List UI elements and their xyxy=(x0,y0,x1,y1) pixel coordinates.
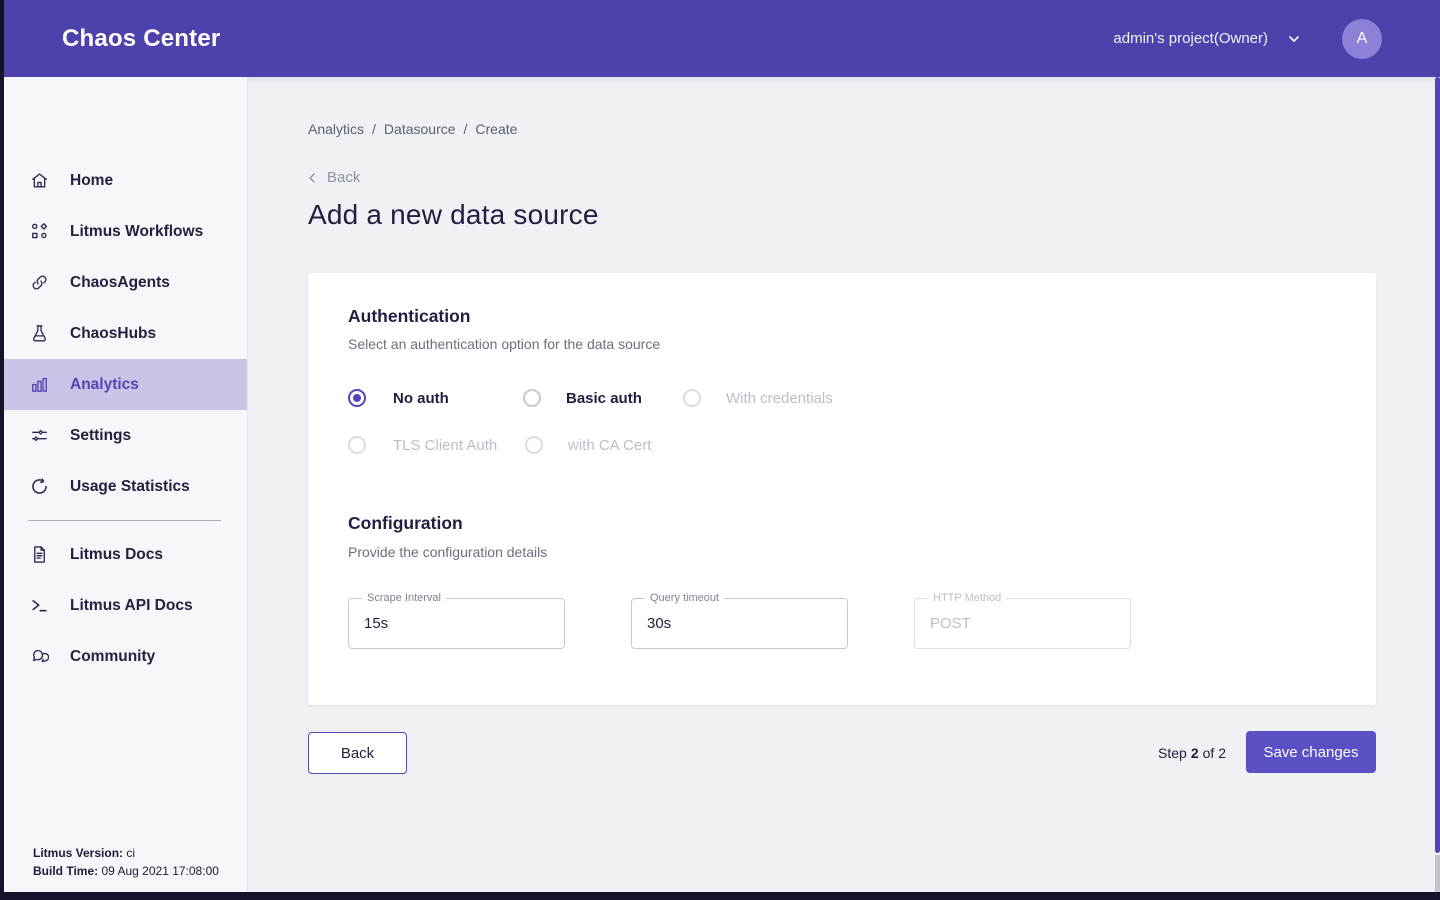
header-right: admin's project(Owner) A xyxy=(1113,19,1382,59)
breadcrumb-analytics[interactable]: Analytics xyxy=(308,121,364,137)
version-label: Litmus Version: xyxy=(33,846,123,860)
auth-options-row-2: TLS Client Auth with CA Cert xyxy=(348,436,1248,458)
chevron-down-icon[interactable] xyxy=(1286,31,1302,47)
sidebar-item-litmus-workflows[interactable]: Litmus Workflows xyxy=(0,206,247,257)
radio-basic-auth[interactable] xyxy=(523,389,541,407)
app-header: Chaos Center admin's project(Owner) A xyxy=(0,0,1440,77)
sidebar-item-litmus-api-docs[interactable]: Litmus API Docs xyxy=(0,580,247,631)
main-content: Analytics / Datasource / Create Back Add… xyxy=(248,77,1440,900)
back-link-label: Back xyxy=(327,169,360,186)
window-bottom-edge xyxy=(0,892,1440,900)
breadcrumb-datasource[interactable]: Datasource xyxy=(384,121,456,137)
scrollbar-thumb[interactable] xyxy=(1435,77,1440,853)
radio-no-auth[interactable] xyxy=(348,389,366,407)
sidebar-divider xyxy=(28,520,221,521)
window-left-edge xyxy=(0,0,4,900)
sidebar-item-chaoshubs[interactable]: ChaosHubs xyxy=(0,308,247,359)
configuration-fields: Scrape Interval Query timeout HTTP Metho… xyxy=(348,598,1348,649)
authentication-section-title: Authentication xyxy=(348,306,471,327)
document-icon xyxy=(29,545,49,565)
sidebar-item-chaosagents[interactable]: ChaosAgents xyxy=(0,257,247,308)
breadcrumb: Analytics / Datasource / Create xyxy=(308,121,517,137)
configuration-section-title: Configuration xyxy=(348,513,463,534)
query-timeout-field: Query timeout xyxy=(631,598,848,649)
sidebar-item-usage-statistics[interactable]: Usage Statistics xyxy=(0,461,247,512)
refresh-icon xyxy=(29,477,49,497)
flask-icon xyxy=(29,324,49,344)
link-icon xyxy=(29,273,49,293)
avatar[interactable]: A xyxy=(1342,19,1382,59)
sidebar-item-community[interactable]: Community xyxy=(0,631,247,682)
back-link[interactable]: Back xyxy=(306,169,360,186)
configuration-section-subtitle: Provide the configuration details xyxy=(348,544,547,560)
step-prefix: Step xyxy=(1158,745,1187,761)
scrollbar-track xyxy=(1435,77,1440,900)
analytics-icon xyxy=(29,375,49,395)
breadcrumb-create[interactable]: Create xyxy=(475,121,517,137)
chevron-left-icon xyxy=(306,171,320,185)
sidebar: Home Litmus Workflows ChaosAgents ChaosH… xyxy=(0,77,248,892)
radio-with-credentials xyxy=(683,389,701,407)
breadcrumb-separator: / xyxy=(464,121,468,137)
sidebar-item-home[interactable]: Home xyxy=(0,155,247,206)
build-time-label: Build Time: xyxy=(33,864,98,878)
app-title: Chaos Center xyxy=(62,25,220,53)
version-value: ci xyxy=(126,846,135,860)
http-method-field: HTTP Method xyxy=(914,598,1131,649)
home-icon xyxy=(29,171,49,191)
radio-with-credentials-label: With credentials xyxy=(726,389,833,409)
sidebar-item-litmus-docs[interactable]: Litmus Docs xyxy=(0,529,247,580)
radio-no-auth-label[interactable]: No auth xyxy=(393,389,449,409)
save-changes-button[interactable]: Save changes xyxy=(1246,731,1376,773)
datasource-form-card: Authentication Select an authentication … xyxy=(308,273,1376,705)
scrape-interval-input[interactable] xyxy=(364,600,550,647)
auth-options-row-1: No auth Basic auth With credentials xyxy=(348,389,1248,411)
chat-bubbles-icon xyxy=(29,647,49,667)
http-method-input xyxy=(930,600,1116,647)
scrollbar-track-rest xyxy=(1435,855,1440,892)
sidebar-item-analytics[interactable]: Analytics xyxy=(0,359,247,410)
radio-with-ca-cert xyxy=(525,436,543,454)
radio-with-ca-cert-label: with CA Cert xyxy=(568,436,651,456)
breadcrumb-separator: / xyxy=(372,121,376,137)
query-timeout-input[interactable] xyxy=(647,600,833,647)
project-selector[interactable]: admin's project(Owner) xyxy=(1113,30,1268,47)
version-info: Litmus Version: ci Build Time: 09 Aug 20… xyxy=(33,844,219,880)
scrape-interval-field: Scrape Interval xyxy=(348,598,565,649)
radio-tls-client-auth-label: TLS Client Auth xyxy=(393,436,497,456)
build-time-value: 09 Aug 2021 17:08:00 xyxy=(101,864,218,878)
sidebar-item-settings[interactable]: Settings xyxy=(0,410,247,461)
authentication-section-subtitle: Select an authentication option for the … xyxy=(348,336,660,352)
workflows-icon xyxy=(29,222,49,242)
radio-basic-auth-label[interactable]: Basic auth xyxy=(566,389,642,409)
back-button[interactable]: Back xyxy=(308,732,407,774)
step-indicator: Step 2 of 2 xyxy=(1086,732,1226,774)
sliders-icon xyxy=(29,426,49,446)
step-current: 2 xyxy=(1191,745,1199,761)
terminal-icon xyxy=(29,596,49,616)
radio-tls-client-auth xyxy=(348,436,366,454)
step-suffix: of 2 xyxy=(1203,745,1226,761)
page-title: Add a new data source xyxy=(308,199,599,231)
